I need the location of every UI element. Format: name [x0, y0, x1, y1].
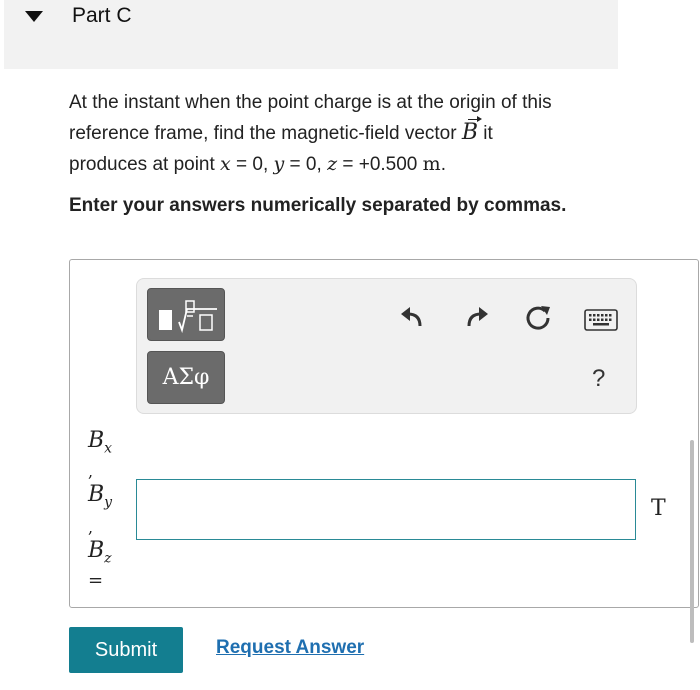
unit-m: m — [422, 153, 441, 175]
var-y: y — [273, 153, 285, 175]
separator-1: , — [88, 462, 94, 481]
unit-tesla: T — [651, 496, 666, 521]
question-line-2-pre: reference frame, find the magnetic-field… — [69, 123, 457, 144]
submit-button[interactable]: Submit — [69, 627, 183, 673]
label-bz: Bz — [88, 538, 112, 567]
part-title: Part C — [72, 4, 132, 27]
var-z: z — [327, 153, 338, 175]
label-bx: Bx — [88, 428, 113, 457]
redo-icon[interactable] — [461, 302, 491, 332]
instruction-text: Enter your answers numerically separated… — [69, 195, 567, 216]
greek-symbols-button[interactable]: ΑΣφ — [147, 351, 225, 404]
question-line-3-pre: produces at point — [69, 154, 221, 175]
question-text: At the instant when the point charge is … — [69, 88, 629, 180]
undo-icon[interactable] — [398, 302, 428, 332]
scrollbar[interactable] — [690, 440, 694, 643]
vector-b-symbol: B — [462, 116, 483, 148]
question-line-2-post: it — [478, 123, 493, 144]
keyboard-icon[interactable] — [584, 309, 618, 331]
period: . — [440, 154, 446, 175]
var-x: x — [220, 153, 231, 175]
collapse-triangle-icon[interactable] — [25, 11, 43, 22]
label-by: By — [88, 482, 113, 511]
equals-sign: = — [88, 570, 104, 591]
val-z: = +0.500 — [337, 154, 423, 175]
request-answer-link[interactable]: Request Answer — [216, 637, 364, 659]
question-line-1: At the instant when the point charge is … — [69, 92, 552, 113]
answer-input[interactable] — [136, 479, 636, 540]
val-y: = 0, — [284, 154, 328, 175]
templates-icon — [159, 300, 217, 334]
val-x: = 0, — [230, 154, 274, 175]
reset-icon[interactable] — [522, 302, 554, 334]
templates-button[interactable] — [147, 288, 225, 341]
help-button[interactable]: ? — [592, 365, 605, 393]
separator-2: , — [88, 518, 94, 537]
